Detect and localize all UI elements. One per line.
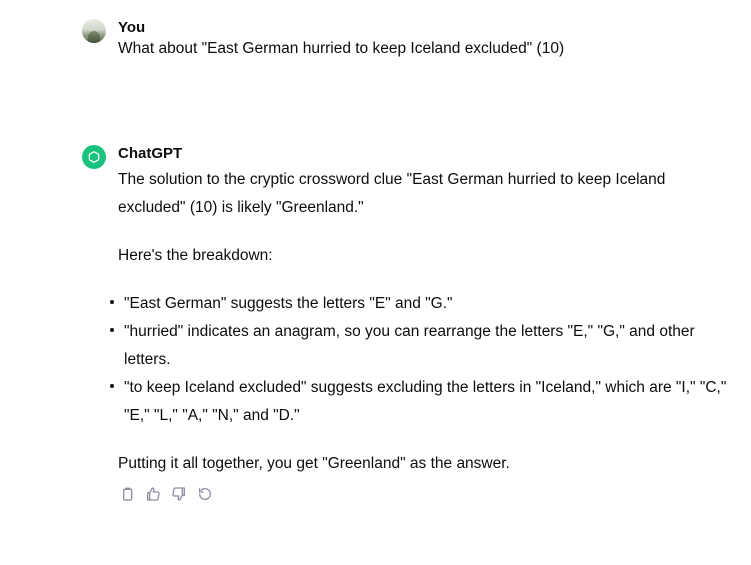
chatgpt-avatar	[82, 145, 106, 169]
breakdown-heading: Here's the breakdown:	[118, 247, 273, 264]
breakdown-list: "East German" suggests the letters "E" a…	[110, 290, 731, 430]
assistant-author-name: ChatGPT	[118, 145, 183, 162]
message-actions	[117, 484, 731, 504]
list-item: "East German" suggests the letters "E" a…	[110, 290, 731, 318]
thumbs-up-button[interactable]	[143, 484, 163, 504]
openai-logo-icon	[88, 151, 100, 163]
copy-button[interactable]	[117, 484, 137, 504]
thumbs-down-button[interactable]	[169, 484, 189, 504]
answer-intro: The solution to the cryptic crossword cl…	[118, 171, 666, 216]
user-avatar	[82, 19, 106, 43]
assistant-message: ChatGPT The solution to the cryptic cros…	[82, 144, 731, 504]
list-item: "to keep Iceland excluded" suggests excl…	[110, 374, 731, 430]
thumbs-down-icon	[172, 487, 185, 501]
answer-conclusion: Putting it all together, you get "Greenl…	[118, 455, 510, 472]
list-item: "hurried" indicates an anagram, so you c…	[110, 318, 731, 374]
thumbs-up-icon	[147, 487, 160, 501]
user-message: You What about "East German hurried to k…	[82, 18, 731, 63]
user-message-text: What about "East German hurried to keep …	[118, 40, 565, 57]
copy-icon	[123, 487, 133, 501]
regenerate-icon	[199, 488, 211, 500]
regenerate-button[interactable]	[195, 484, 215, 504]
